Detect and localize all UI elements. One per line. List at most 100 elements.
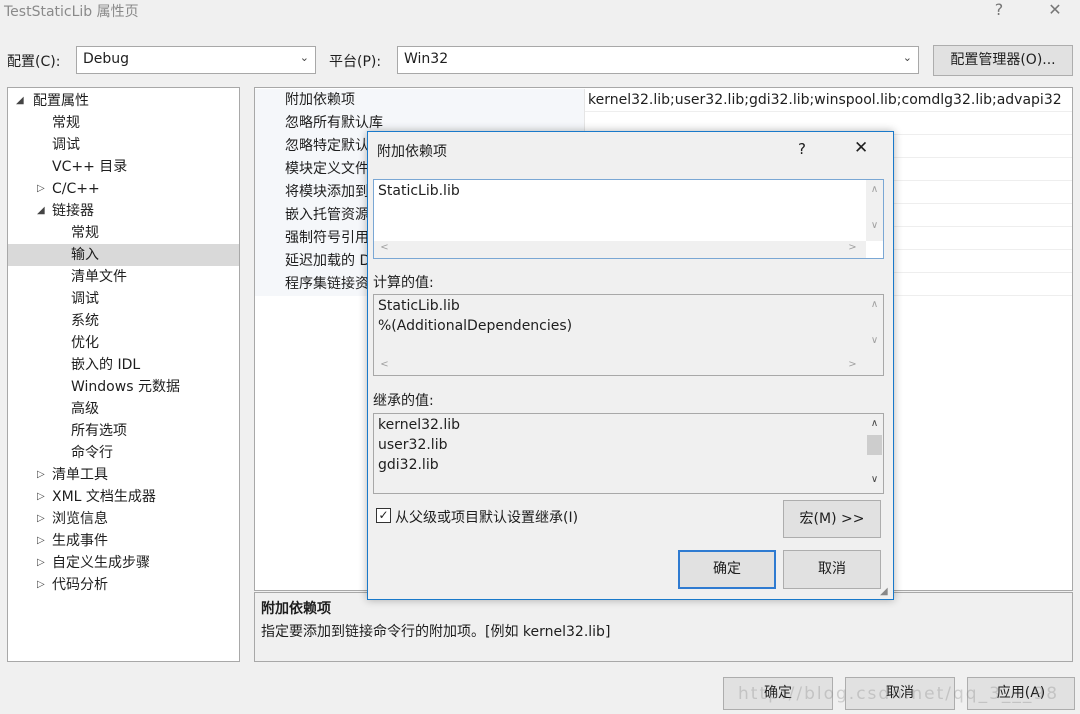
chevron-down-icon: ⌄: [902, 51, 912, 64]
collapse-arrow-icon[interactable]: ▷: [37, 486, 45, 508]
tree-item[interactable]: ▷ XML 文档生成器: [8, 486, 239, 508]
dependencies-edit-box[interactable]: StaticLib.lib ∧ ∨ < >: [373, 179, 884, 259]
tree-item-label: 链接器: [52, 203, 94, 219]
tree-item[interactable]: 命令行: [8, 442, 239, 464]
scroll-thumb[interactable]: [867, 435, 882, 455]
inherit-checkbox-label[interactable]: 从父级或项目默认设置继承(I): [395, 507, 578, 527]
collapse-arrow-icon[interactable]: ▷: [37, 178, 45, 200]
tree-item[interactable]: 输入: [8, 244, 239, 266]
inherited-values-box: kernel32.lib user32.lib gdi32.lib ∧ ∨: [373, 413, 884, 494]
tree-item[interactable]: ▷ C/C++: [8, 178, 239, 200]
config-manager-button[interactable]: 配置管理器(O)...: [933, 45, 1073, 76]
tree-item[interactable]: ◢ 链接器: [8, 200, 239, 222]
vertical-scrollbar[interactable]: ∧ ∨: [866, 180, 883, 241]
collapse-arrow-icon[interactable]: ▷: [37, 464, 45, 486]
property-tree[interactable]: ◢ 配置属性 常规 调试 VC++ 目录 ▷ C/C++ ◢ 链接器 常规 输入 清单文件 调试 系统 优化…: [7, 87, 240, 662]
scroll-left-icon[interactable]: <: [376, 359, 393, 370]
property-name: 附加依赖项: [255, 89, 585, 112]
tree-item-label: 高级: [71, 401, 99, 417]
tree-item-label: 浏览信息: [52, 511, 108, 527]
tree-item[interactable]: ▷ 清单工具: [8, 464, 239, 486]
scroll-left-icon[interactable]: <: [376, 242, 393, 253]
tree-item-label: 清单文件: [71, 269, 127, 285]
description-text: 指定要添加到链接命令行的附加项。[例如 kernel32.lib]: [261, 624, 611, 640]
tree-item[interactable]: 所有选项: [8, 420, 239, 442]
dialog-title: 附加依赖项: [377, 144, 447, 160]
config-dropdown[interactable]: Debug ⌄: [76, 46, 316, 74]
tree-item-label: 常规: [52, 115, 80, 131]
tree-item-label: 嵌入的 IDL: [71, 357, 141, 373]
tree-item[interactable]: 常规: [8, 112, 239, 134]
tree-item-label: Windows 元数据: [71, 379, 180, 395]
tree-item[interactable]: 清单文件: [8, 266, 239, 288]
tree-item-label: 清单工具: [52, 467, 108, 483]
tree-item[interactable]: Windows 元数据: [8, 376, 239, 398]
inherited-values-label: 继承的值:: [373, 393, 434, 409]
tree-item-label: XML 文档生成器: [52, 489, 156, 505]
dialog-cancel-button[interactable]: 取消: [783, 550, 881, 589]
tree-item-label: 输入: [71, 247, 99, 263]
scroll-right-icon[interactable]: >: [844, 359, 861, 370]
horizontal-scrollbar[interactable]: < >: [374, 358, 866, 375]
chevron-down-icon: ⌄: [299, 51, 309, 64]
expand-arrow-icon[interactable]: ◢: [37, 200, 45, 222]
property-row[interactable]: 附加依赖项 kernel32.lib;user32.lib;gdi32.lib;w…: [255, 89, 1072, 112]
tree-item[interactable]: 系统: [8, 310, 239, 332]
tree-item[interactable]: ▷ 浏览信息: [8, 508, 239, 530]
tree-item[interactable]: ▷ 代码分析: [8, 574, 239, 596]
collapse-arrow-icon[interactable]: ▷: [37, 574, 45, 596]
resize-grip-icon[interactable]: ◢: [880, 586, 888, 597]
tree-item[interactable]: ◢ 配置属性: [8, 90, 239, 112]
inherit-checkbox[interactable]: ✓: [376, 508, 391, 523]
additional-dependencies-dialog: 附加依赖项 ? ✕ StaticLib.lib ∧ ∨ < > 计算的值: St…: [367, 131, 894, 600]
tree-item[interactable]: 调试: [8, 134, 239, 156]
tree-item-label: 代码分析: [52, 577, 108, 593]
dialog-ok-button[interactable]: 确定: [678, 550, 776, 589]
scroll-right-icon[interactable]: >: [844, 242, 861, 253]
scroll-up-icon[interactable]: ∧: [866, 418, 883, 429]
tree-item[interactable]: 优化: [8, 332, 239, 354]
config-label: 配置(C):: [7, 54, 61, 70]
tree-item-label: C/C++: [52, 181, 100, 197]
tree-item[interactable]: 常规: [8, 222, 239, 244]
tree-item[interactable]: 调试: [8, 288, 239, 310]
scroll-down-icon[interactable]: ∨: [866, 220, 883, 231]
platform-dropdown[interactable]: Win32 ⌄: [397, 46, 919, 74]
platform-label: 平台(P):: [329, 54, 382, 70]
description-panel: 附加依赖项 指定要添加到链接命令行的附加项。[例如 kernel32.lib]: [254, 592, 1073, 662]
help-icon[interactable]: ?: [984, 0, 1014, 22]
computed-line: %(AdditionalDependencies): [378, 318, 573, 334]
collapse-arrow-icon[interactable]: ▷: [37, 508, 45, 530]
tree-item-label: 自定义生成步骤: [52, 555, 150, 571]
computed-values-box: StaticLib.lib %(AdditionalDependencies) ∧…: [373, 294, 884, 376]
config-value: Debug: [83, 51, 130, 67]
close-icon[interactable]: ✕: [1040, 0, 1070, 22]
help-icon[interactable]: ?: [798, 140, 806, 158]
vertical-scrollbar[interactable]: ∧ ∨: [866, 295, 883, 358]
inherited-line: user32.lib: [378, 437, 448, 453]
tree-item[interactable]: ▷ 自定义生成步骤: [8, 552, 239, 574]
platform-value: Win32: [404, 51, 449, 67]
tree-item[interactable]: VC++ 目录: [8, 156, 239, 178]
close-icon[interactable]: ✕: [854, 138, 868, 158]
collapse-arrow-icon[interactable]: ▷: [37, 530, 45, 552]
tree-item-label: VC++ 目录: [52, 159, 128, 175]
tree-item-label: 系统: [71, 313, 99, 329]
scroll-up-icon[interactable]: ∧: [866, 184, 883, 195]
macros-button[interactable]: 宏(M) >>: [783, 500, 881, 538]
horizontal-scrollbar[interactable]: < >: [374, 241, 866, 258]
scroll-down-icon[interactable]: ∨: [866, 474, 883, 485]
collapse-arrow-icon[interactable]: ▷: [37, 552, 45, 574]
inherited-line: kernel32.lib: [378, 417, 461, 433]
property-value[interactable]: kernel32.lib;user32.lib;gdi32.lib;winspo…: [588, 89, 1062, 112]
scroll-down-icon[interactable]: ∨: [866, 335, 883, 346]
scroll-up-icon[interactable]: ∧: [866, 299, 883, 310]
vertical-scrollbar[interactable]: ∧ ∨: [866, 414, 883, 493]
tree-item[interactable]: 嵌入的 IDL: [8, 354, 239, 376]
tree-item[interactable]: 高级: [8, 398, 239, 420]
tree-item[interactable]: ▷ 生成事件: [8, 530, 239, 552]
tree-item-label: 生成事件: [52, 533, 108, 549]
tree-item-label: 配置属性: [33, 93, 89, 109]
expand-arrow-icon[interactable]: ◢: [16, 90, 24, 112]
tree-item-label: 命令行: [71, 445, 113, 461]
